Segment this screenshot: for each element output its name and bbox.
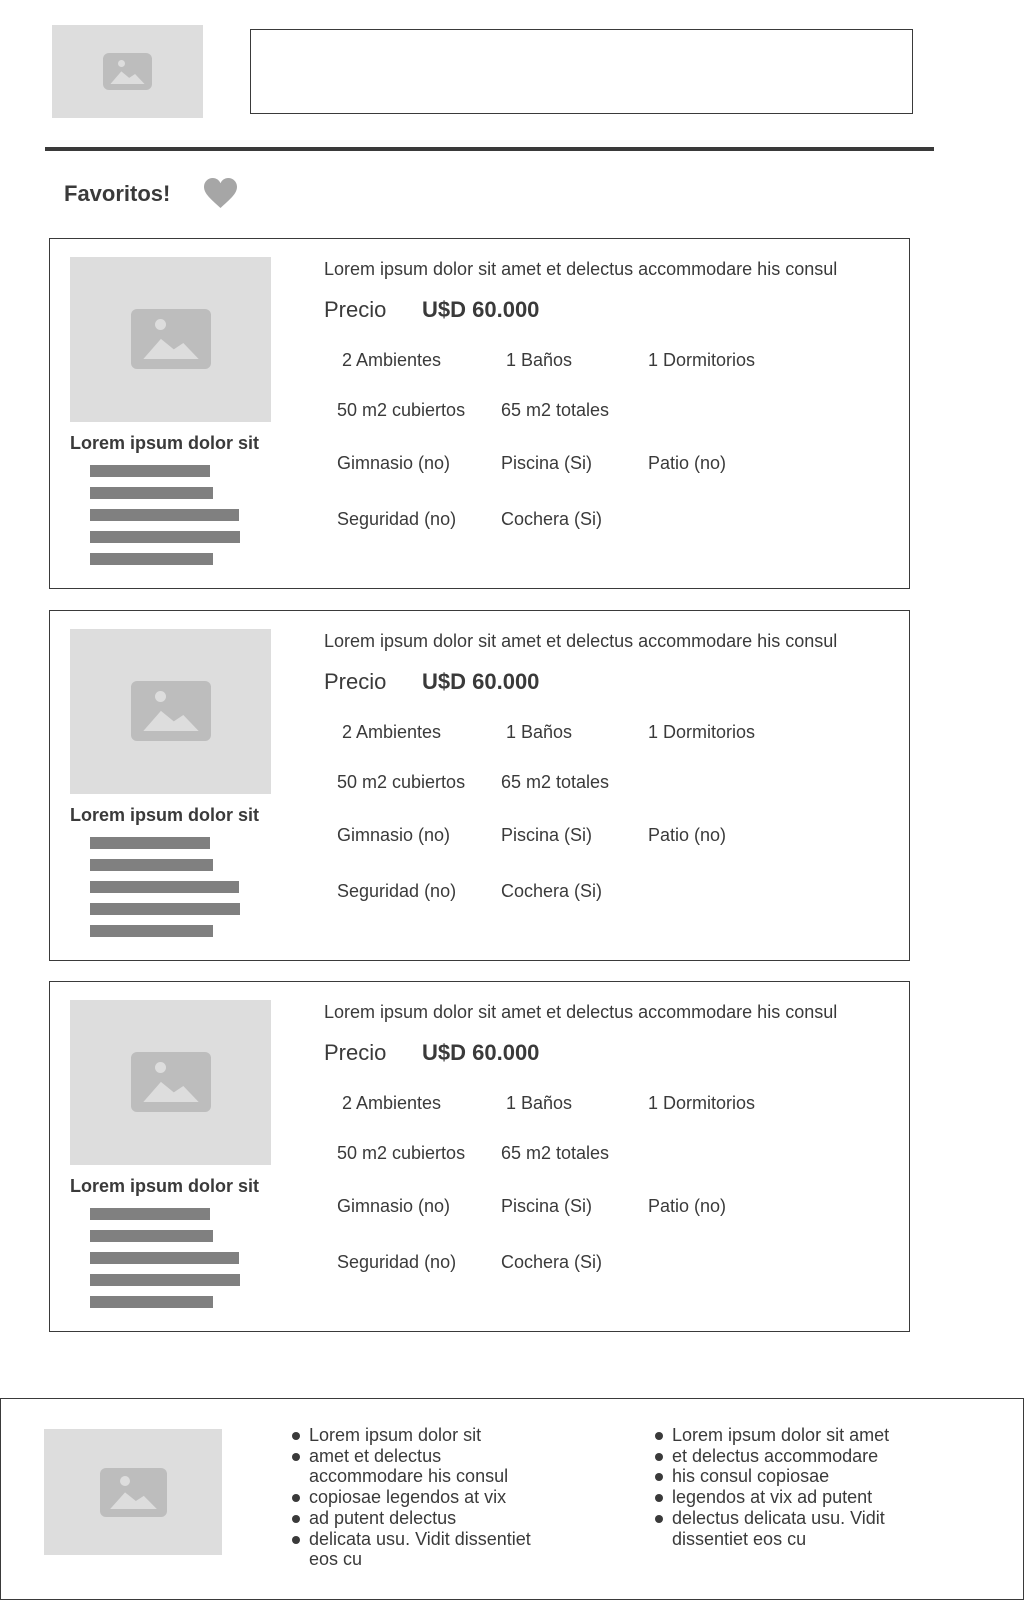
- feature-cochera: Cochera (Si): [501, 509, 603, 529]
- text-line-placeholder: [90, 465, 210, 477]
- feature-cubiertos: 50 m2 cubiertos: [337, 400, 466, 420]
- text-line-placeholder: [90, 1252, 239, 1264]
- search-input[interactable]: [250, 29, 913, 114]
- footer-link[interactable]: his consul copiosae: [655, 1466, 915, 1487]
- feature-piscina: Piscina (Si): [501, 825, 593, 845]
- image-placeholder-icon: [131, 1052, 211, 1112]
- price-label: Precio: [324, 669, 387, 694]
- text-line-placeholder: [90, 1208, 210, 1220]
- text-line-placeholder: [90, 881, 239, 893]
- property-description: Lorem ipsum dolor sit amet et delectus a…: [324, 1002, 838, 1022]
- feature-banos: 1 Baños: [506, 1093, 573, 1113]
- text-line-placeholder: [90, 553, 213, 565]
- footer-link[interactable]: Lorem ipsum dolor sit: [292, 1425, 552, 1446]
- feature-patio: Patio (no): [648, 825, 727, 845]
- text-line-placeholder: [90, 903, 240, 915]
- logo-image[interactable]: [52, 25, 203, 118]
- feature-gimnasio: Gimnasio (no): [337, 453, 451, 473]
- page-title: Favoritos!: [64, 181, 171, 206]
- image-placeholder-icon: [131, 309, 211, 369]
- property-description: Lorem ipsum dolor sit amet et delectus a…: [324, 259, 838, 279]
- feature-dormitorios: 1 Dormitorios: [648, 350, 756, 370]
- property-name[interactable]: Lorem ipsum dolor sit: [70, 1176, 259, 1197]
- feature-cochera: Cochera (Si): [501, 881, 603, 901]
- footer-link[interactable]: copiosae legendos at vix: [292, 1487, 552, 1508]
- property-card[interactable]: Lorem ipsum dolor sit Lorem ipsum dolor …: [49, 238, 910, 589]
- text-line-placeholder: [90, 509, 239, 521]
- feature-totales: 65 m2 totales: [501, 400, 610, 420]
- price-value: U$D 60.000: [422, 669, 540, 694]
- header-divider: [45, 147, 934, 151]
- image-placeholder-icon: [100, 1468, 167, 1517]
- text-line-placeholder: [90, 1230, 213, 1242]
- footer-link[interactable]: legendos at vix ad putent: [655, 1487, 915, 1508]
- footer-list-right: Lorem ipsum dolor sit amet et delectus a…: [655, 1425, 915, 1549]
- feature-cubiertos: 50 m2 cubiertos: [337, 1143, 466, 1163]
- price-value: U$D 60.000: [422, 297, 540, 322]
- footer-logo-image[interactable]: [44, 1429, 222, 1555]
- property-name[interactable]: Lorem ipsum dolor sit: [70, 433, 259, 454]
- feature-piscina: Piscina (Si): [501, 453, 593, 473]
- feature-banos: 1 Baños: [506, 350, 573, 370]
- image-placeholder-icon: [103, 53, 152, 90]
- feature-dormitorios: 1 Dormitorios: [648, 1093, 756, 1113]
- text-line-placeholder: [90, 925, 213, 937]
- text-line-placeholder: [90, 1274, 240, 1286]
- feature-ambientes: 2 Ambientes: [342, 350, 442, 370]
- footer-link[interactable]: delicata usu. Vidit dissentiet eos cu: [292, 1529, 552, 1570]
- heart-icon[interactable]: [204, 178, 237, 209]
- text-line-placeholder: [90, 487, 213, 499]
- feature-ambientes: 2 Ambientes: [342, 1093, 442, 1113]
- price-label: Precio: [324, 1040, 387, 1065]
- footer-link[interactable]: ad putent delectus: [292, 1508, 552, 1529]
- feature-seguridad: Seguridad (no): [337, 1252, 457, 1272]
- feature-piscina: Piscina (Si): [501, 1196, 593, 1216]
- feature-gimnasio: Gimnasio (no): [337, 1196, 451, 1216]
- footer-link[interactable]: Lorem ipsum dolor sit amet: [655, 1425, 915, 1446]
- price-value: U$D 60.000: [422, 1040, 540, 1065]
- feature-cochera: Cochera (Si): [501, 1252, 603, 1272]
- feature-patio: Patio (no): [648, 1196, 727, 1216]
- feature-patio: Patio (no): [648, 453, 727, 473]
- property-description: Lorem ipsum dolor sit amet et delectus a…: [324, 631, 838, 651]
- footer-link[interactable]: et delectus accommodare: [655, 1446, 915, 1467]
- property-name[interactable]: Lorem ipsum dolor sit: [70, 805, 259, 826]
- feature-seguridad: Seguridad (no): [337, 509, 457, 529]
- feature-ambientes: 2 Ambientes: [342, 722, 442, 742]
- feature-seguridad: Seguridad (no): [337, 881, 457, 901]
- text-line-placeholder: [90, 1296, 213, 1308]
- text-line-placeholder: [90, 837, 210, 849]
- feature-totales: 65 m2 totales: [501, 772, 610, 792]
- footer-list-left: Lorem ipsum dolor sit amet et delectus a…: [292, 1425, 552, 1570]
- text-line-placeholder: [90, 859, 213, 871]
- feature-banos: 1 Baños: [506, 722, 573, 742]
- footer: Lorem ipsum dolor sit amet et delectus a…: [0, 1398, 1024, 1600]
- property-image[interactable]: [70, 1000, 271, 1165]
- feature-dormitorios: 1 Dormitorios: [648, 722, 756, 742]
- footer-link[interactable]: delectus delicata usu. Vidit dissentiet …: [655, 1508, 915, 1549]
- text-line-placeholder: [90, 531, 240, 543]
- footer-link[interactable]: amet et delectus accommodare his consul: [292, 1446, 552, 1487]
- feature-gimnasio: Gimnasio (no): [337, 825, 451, 845]
- feature-totales: 65 m2 totales: [501, 1143, 610, 1163]
- price-label: Precio: [324, 297, 387, 322]
- property-image[interactable]: [70, 629, 271, 794]
- property-image[interactable]: [70, 257, 271, 422]
- image-placeholder-icon: [131, 681, 211, 741]
- feature-cubiertos: 50 m2 cubiertos: [337, 772, 466, 792]
- property-card[interactable]: Lorem ipsum dolor sit Lorem ipsum dolor …: [49, 610, 910, 961]
- property-card[interactable]: Lorem ipsum dolor sit Lorem ipsum dolor …: [49, 981, 910, 1332]
